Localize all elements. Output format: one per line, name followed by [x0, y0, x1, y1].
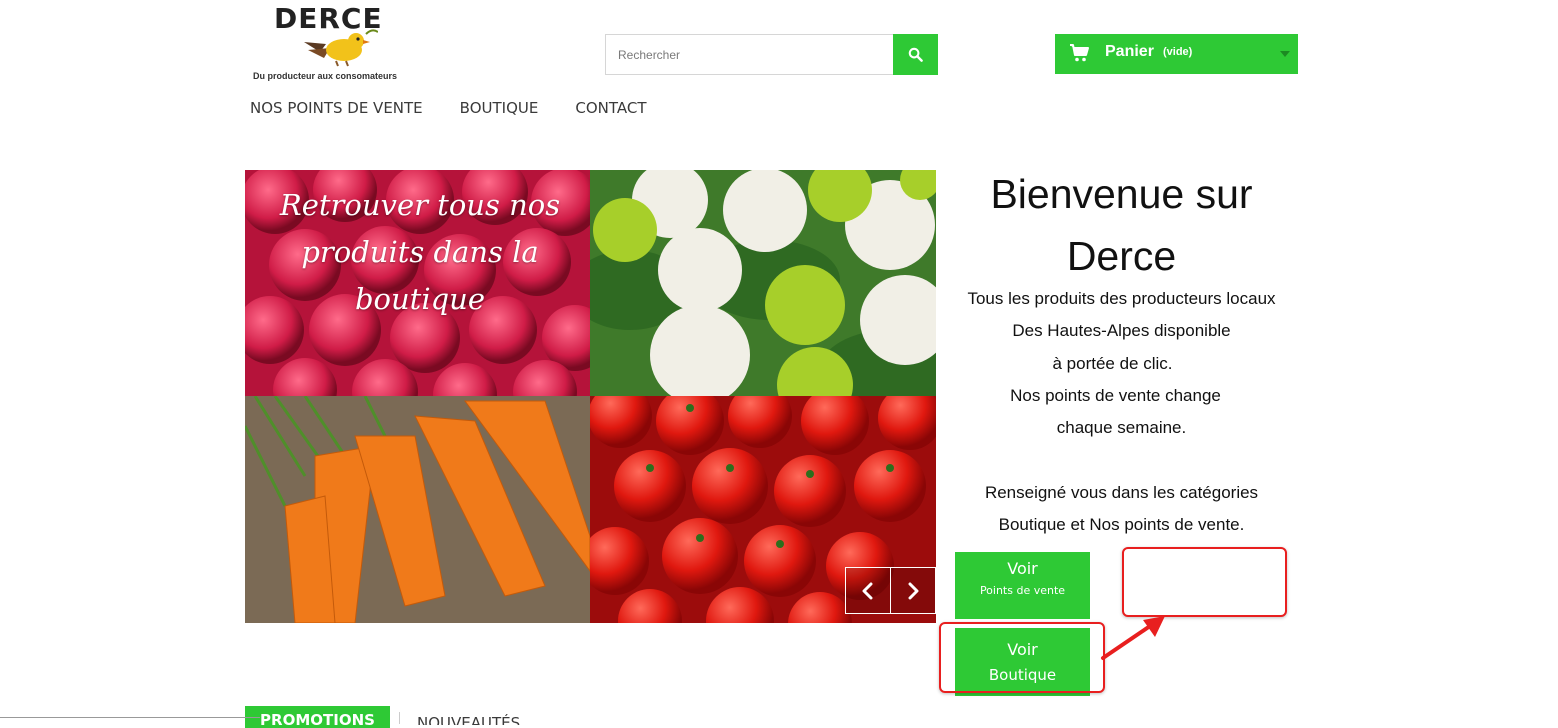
nav-item-contact[interactable]: CONTACT — [575, 99, 646, 117]
cart-button[interactable]: Panier (vide) — [1055, 34, 1298, 74]
welcome-title: Bienvenue sur Derce — [945, 163, 1298, 287]
annotation-arrow-icon — [1101, 616, 1165, 660]
raspberries-image: Retrouver tous nos produits dans la bout… — [245, 170, 590, 396]
nav-item-boutique[interactable]: BOUTIQUE — [460, 99, 539, 117]
welcome-title-line-2: Derce — [1066, 233, 1177, 279]
button-line-2: Points de vente — [979, 584, 1066, 597]
search-icon — [908, 47, 923, 62]
welcome-line: Des Hautes-Alpes disponible — [1012, 321, 1231, 341]
welcome-line: Tous les produits des producteurs locaux — [967, 289, 1276, 308]
annotation-callout-box — [1122, 547, 1287, 617]
slider-prev-button[interactable] — [845, 567, 891, 614]
nav-item-points-de-vente[interactable]: NOS POINTS DE VENTE — [250, 99, 423, 117]
logo-tagline: Du producteur aux consomateurs — [253, 71, 398, 81]
search-input[interactable] — [605, 34, 893, 75]
welcome-line: Boutique et Nos points de vente. — [998, 515, 1245, 535]
shopping-cart-icon — [1070, 44, 1089, 62]
tab-divider — [399, 712, 400, 724]
welcome-text: Tous les produits des producteurs locaux… — [945, 287, 1298, 545]
divider-line — [0, 717, 260, 718]
cart-status: (vide) — [1163, 46, 1193, 58]
bird-logo-icon — [304, 29, 378, 67]
carrots-texture — [245, 396, 590, 623]
welcome-title-line-1: Bienvenue sur — [990, 171, 1253, 217]
slide-caption: Retrouver tous nos produits dans la bout… — [279, 188, 561, 316]
site-logo[interactable]: DERCE Du producteur aux consomateurs — [250, 2, 430, 84]
view-points-de-vente-button[interactable]: Voir Points de vente — [955, 552, 1090, 619]
carrots-image — [245, 396, 590, 623]
image-slider: Retrouver tous nos produits dans la bout… — [245, 170, 936, 623]
slider-next-button[interactable] — [890, 567, 936, 614]
tab-nouveautes[interactable]: NOUVEAUTÉS — [417, 709, 520, 725]
welcome-line: chaque semaine. — [1056, 418, 1187, 438]
chevron-right-icon — [908, 582, 919, 599]
cart-label: Panier — [1105, 43, 1154, 60]
welcome-line: à portée de clic. — [1052, 353, 1173, 373]
chevron-down-icon — [1280, 51, 1290, 57]
search-bar — [605, 34, 938, 75]
tab-promotions[interactable]: PROMOTIONS — [245, 706, 390, 728]
cauliflower-texture — [590, 170, 936, 396]
welcome-line: Nos points de vente change — [1010, 385, 1221, 405]
search-button[interactable] — [893, 34, 938, 75]
annotation-highlight-box — [939, 622, 1105, 693]
cauliflower-image — [590, 170, 936, 396]
chevron-left-icon — [862, 582, 873, 599]
welcome-line: Renseigné vous dans les catégories — [984, 482, 1259, 502]
button-line-1: Voir — [1007, 559, 1038, 578]
welcome-line — [945, 448, 1298, 480]
main-nav: NOS POINTS DE VENTE BOUTIQUE CONTACT — [250, 99, 683, 117]
